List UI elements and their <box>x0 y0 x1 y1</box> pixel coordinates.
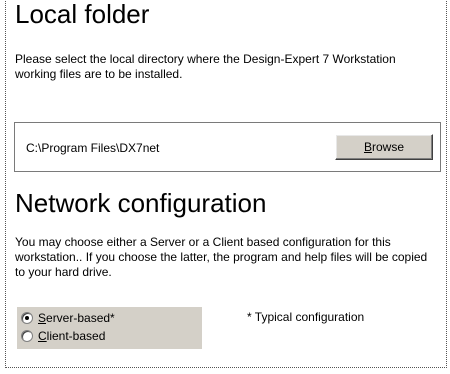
browse-button[interactable]: Browse <box>335 134 433 160</box>
browse-button-label: rowse <box>372 140 405 154</box>
installer-page: Local folder Please select the local dir… <box>0 0 450 374</box>
client-based-radio-button[interactable] <box>21 330 33 342</box>
browse-button-accelerator: B <box>363 140 372 154</box>
network-configuration-heading: Network configuration <box>15 188 267 218</box>
typical-configuration-note: * Typical configuration <box>247 310 365 324</box>
local-folder-description: Please select the local directory where … <box>15 52 396 81</box>
client-based-label: Client-based <box>38 329 105 343</box>
configuration-radio-group: Server-based* Client-based <box>17 307 202 349</box>
server-based-accelerator: S <box>38 311 47 325</box>
client-based-radio[interactable]: Client-based <box>21 328 105 344</box>
local-folder-group: C:\Program Files\DX7net Browse <box>14 122 441 172</box>
client-based-label-rest: lient-based <box>46 329 106 343</box>
server-based-label: Server-based* <box>38 311 115 325</box>
install-path-field[interactable]: C:\Program Files\DX7net <box>26 141 159 155</box>
network-configuration-description: You may choose either a Server or a Clie… <box>15 235 428 279</box>
server-based-radio-button[interactable] <box>21 312 33 324</box>
server-based-label-rest: erver-based* <box>46 311 115 325</box>
local-folder-heading: Local folder <box>15 0 150 29</box>
client-based-accelerator: C <box>38 329 47 343</box>
server-based-radio[interactable]: Server-based* <box>21 310 115 326</box>
